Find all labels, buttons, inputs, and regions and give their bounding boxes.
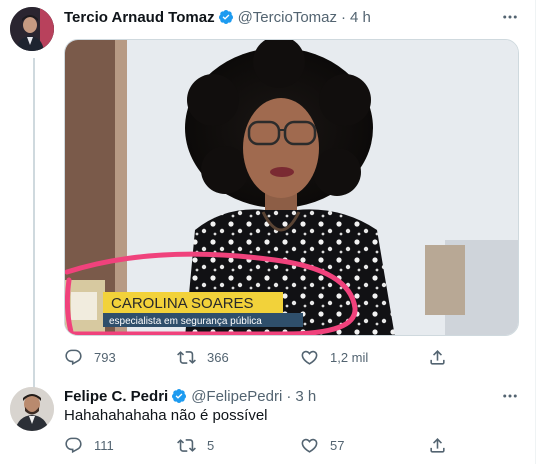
more-icon xyxy=(503,15,517,19)
share-icon xyxy=(430,437,445,453)
right-gutter xyxy=(536,0,557,464)
lower-third-name: CAROLINA SOARES xyxy=(111,295,254,312)
separator-dot: · xyxy=(341,8,346,26)
lower-third-title: especialista em segurança pública xyxy=(109,316,262,327)
like-count: 57 xyxy=(330,437,345,453)
retweet-icon xyxy=(177,350,196,364)
share-button[interactable] xyxy=(428,346,447,368)
separator-dot: · xyxy=(286,387,292,405)
verified-icon xyxy=(218,10,233,24)
thread-connector-line xyxy=(33,58,35,388)
more-icon xyxy=(503,394,517,398)
avatar-photo xyxy=(10,7,54,51)
timestamp[interactable]: 3 h xyxy=(295,388,316,405)
avatar[interactable] xyxy=(10,387,54,431)
reply-button[interactable]: 793 xyxy=(64,346,116,368)
display-name[interactable]: Felipe C. Pedri xyxy=(64,388,168,405)
reply-count: 793 xyxy=(94,349,116,365)
like-icon xyxy=(301,350,318,365)
tv-screenshot: CAROLINA SOARES especialista em seguranç… xyxy=(65,40,518,335)
user-handle[interactable]: @FelipePedri xyxy=(191,388,282,405)
tweet-text: Hahahahahaha não é possível xyxy=(64,407,268,424)
share-icon xyxy=(430,349,445,365)
reply-icon xyxy=(65,349,82,365)
more-options-button[interactable] xyxy=(498,386,522,406)
retweet-button[interactable]: 366 xyxy=(177,346,229,368)
share-button[interactable] xyxy=(428,434,447,456)
avatar-photo xyxy=(10,387,54,431)
timestamp[interactable]: 4 h xyxy=(350,9,371,26)
like-count: 1,2 mil xyxy=(330,349,369,365)
tweet-header: Felipe C. Pedri @FelipePedri · 3 h xyxy=(64,386,316,406)
more-options-button[interactable] xyxy=(498,7,522,27)
reply-button[interactable]: 111 xyxy=(64,434,114,456)
retweet-icon xyxy=(177,438,196,452)
tweet-header: Tercio Arnaud Tomaz @TercioTomaz · 4 h xyxy=(64,7,371,27)
user-handle[interactable]: @TercioTomaz xyxy=(238,9,337,26)
tweet-media-image[interactable]: CAROLINA SOARES especialista em seguranç… xyxy=(64,39,519,336)
reply-count: 111 xyxy=(94,437,114,453)
retweet-count: 5 xyxy=(207,437,215,453)
like-button[interactable]: 57 xyxy=(300,434,344,456)
reply-icon xyxy=(65,437,82,453)
like-icon xyxy=(301,438,318,453)
verified-icon xyxy=(172,389,187,403)
avatar[interactable] xyxy=(10,7,54,51)
retweet-button[interactable]: 5 xyxy=(177,434,214,456)
retweet-count: 366 xyxy=(207,349,229,365)
display-name[interactable]: Tercio Arnaud Tomaz xyxy=(64,9,215,26)
like-button[interactable]: 1,2 mil xyxy=(300,346,368,368)
